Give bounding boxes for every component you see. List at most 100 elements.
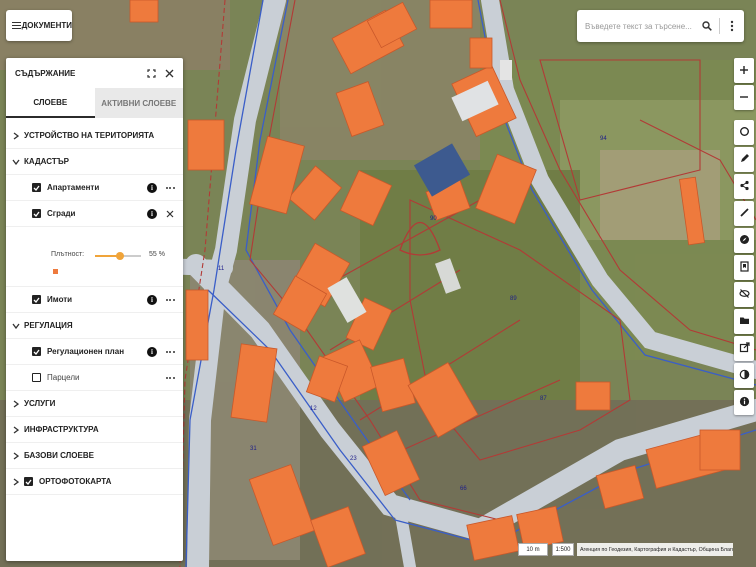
search-input[interactable] (585, 21, 701, 31)
documents-label: ДОКУМЕНТИ (21, 21, 72, 30)
measure-button[interactable] (734, 201, 754, 226)
svg-text:23: 23 (350, 456, 357, 462)
more-horizontal-icon[interactable] (163, 350, 177, 353)
folder-icon (739, 315, 750, 328)
eye-off-icon (738, 288, 750, 301)
edit-line-icon (739, 207, 750, 220)
scale-bar: 10 m (518, 543, 548, 556)
bookmark-icon (739, 261, 750, 274)
panel-title: СЪДЪРЖАНИЕ (15, 68, 76, 78)
layer-parcels: Парцели (6, 365, 183, 391)
zoom-in-button[interactable] (734, 58, 754, 83)
contrast-button[interactable] (734, 363, 754, 388)
opacity-slider-handle[interactable] (116, 252, 125, 260)
opacity-slider[interactable] (95, 252, 141, 260)
layer-label: Сгради (47, 209, 76, 218)
section-label: ОРТОФОТОКАРТА (39, 477, 112, 486)
info-icon[interactable]: i (147, 208, 157, 219)
section-label: УСТРОЙСТВО НА ТЕРИТОРИЯТА (24, 131, 155, 140)
section-services[interactable]: УСЛУГИ (6, 391, 183, 417)
chevron-right-icon (12, 451, 20, 460)
zoom-in-icon (739, 65, 749, 77)
expand-icon[interactable] (145, 67, 157, 79)
visibility-button[interactable] (734, 282, 754, 307)
layer-regulation-plan: Регулационен план i (6, 339, 183, 365)
map-toolbar (734, 58, 756, 417)
svg-text:94: 94 (600, 136, 607, 142)
menu-icon (12, 21, 21, 30)
chevron-right-icon (12, 131, 20, 140)
share-icon (739, 180, 750, 193)
section-label: БАЗОВИ СЛОЕВЕ (24, 451, 94, 460)
section-label: РЕГУЛАЦИЯ (24, 321, 73, 330)
open-external-button[interactable] (734, 336, 754, 361)
chevron-down-icon (12, 322, 20, 330)
content-panel: СЪДЪРЖАНИЕ СЛОЕВЕ АКТИВНИ СЛОЕВЕ УСТРОЙС… (6, 58, 183, 561)
section-label: УСЛУГИ (24, 399, 56, 408)
bookmark-button[interactable] (734, 255, 754, 280)
section-label: КАДАСТЪР (24, 157, 69, 166)
info-button[interactable] (734, 390, 754, 415)
more-horizontal-icon[interactable] (163, 298, 177, 301)
layer-properties: Имоти i (6, 287, 183, 313)
search-box (577, 10, 744, 42)
tab-layers[interactable]: СЛОЕВЕ (6, 88, 95, 118)
svg-text:12: 12 (310, 406, 317, 412)
checkbox-buildings[interactable] (32, 209, 41, 218)
close-icon[interactable] (163, 210, 177, 218)
svg-text:87: 87 (540, 396, 547, 402)
more-horizontal-icon[interactable] (163, 376, 177, 379)
opacity-label: Плътност: (51, 251, 85, 258)
info-icon[interactable]: i (147, 182, 157, 193)
panel-header: СЪДЪРЖАНИЕ (6, 58, 183, 88)
documents-folder-button[interactable] (734, 309, 754, 334)
zoom-out-button[interactable] (734, 85, 754, 110)
checkbox-regulation-plan[interactable] (32, 347, 41, 356)
map-attribution: Агенция по Геодезия, Картография и Кадас… (577, 543, 733, 556)
layer-buildings: Сгради i (6, 201, 183, 227)
svg-text:90: 90 (430, 216, 437, 222)
more-horizontal-icon[interactable] (163, 186, 177, 189)
section-base-layers[interactable]: БАЗОВИ СЛОЕВЕ (6, 443, 183, 469)
buildings-legend-swatch (53, 269, 58, 274)
layer-tree: УСТРОЙСТВО НА ТЕРИТОРИЯТА КАДАСТЪР Апарт… (6, 118, 183, 495)
zoom-out-icon (739, 92, 749, 104)
compass-button[interactable] (734, 228, 754, 253)
section-cadastre[interactable]: КАДАСТЪР (6, 149, 183, 175)
layer-apartments: Апартаменти i (6, 175, 183, 201)
open-external-icon (739, 342, 750, 355)
target-icon (739, 126, 750, 139)
checkbox-parcels[interactable] (32, 373, 41, 382)
locate-button[interactable] (734, 120, 754, 145)
layer-label: Регулационен план (47, 347, 125, 356)
share-button[interactable] (734, 174, 754, 199)
info-icon[interactable]: i (147, 294, 157, 305)
search-icon[interactable] (701, 20, 713, 32)
opacity-control: Плътност: 55 % (6, 227, 183, 287)
chevron-right-icon (12, 399, 20, 408)
documents-button[interactable]: ДОКУМЕНТИ (6, 10, 72, 41)
panel-tabs: СЛОЕВЕ АКТИВНИ СЛОЕВЕ (6, 88, 183, 118)
more-vertical-icon[interactable] (726, 20, 738, 32)
chevron-right-icon (12, 477, 20, 486)
section-regulation[interactable]: РЕГУЛАЦИЯ (6, 313, 183, 339)
info-icon (739, 396, 750, 409)
draw-button[interactable] (734, 147, 754, 172)
checkbox-orthophoto[interactable] (24, 477, 33, 486)
close-panel-icon[interactable] (163, 67, 175, 79)
layer-label: Апартаменти (47, 183, 100, 192)
checkbox-apartments[interactable] (32, 183, 41, 192)
checkbox-properties[interactable] (32, 295, 41, 304)
info-icon[interactable]: i (147, 346, 157, 357)
section-orthophoto[interactable]: ОРТОФОТОКАРТА (6, 469, 183, 495)
scale-ratio[interactable]: 1:500 (552, 543, 574, 556)
compass-icon (739, 234, 750, 247)
layer-label: Парцели (47, 373, 80, 382)
section-infrastructure[interactable]: ИНФРАСТРУКТУРА (6, 417, 183, 443)
contrast-icon (739, 369, 750, 382)
svg-text:11: 11 (218, 266, 225, 272)
section-territory[interactable]: УСТРОЙСТВО НА ТЕРИТОРИЯТА (6, 123, 183, 149)
chevron-right-icon (12, 425, 20, 434)
tab-active-layers[interactable]: АКТИВНИ СЛОЕВЕ (95, 88, 184, 118)
section-label: ИНФРАСТРУКТУРА (24, 425, 99, 434)
